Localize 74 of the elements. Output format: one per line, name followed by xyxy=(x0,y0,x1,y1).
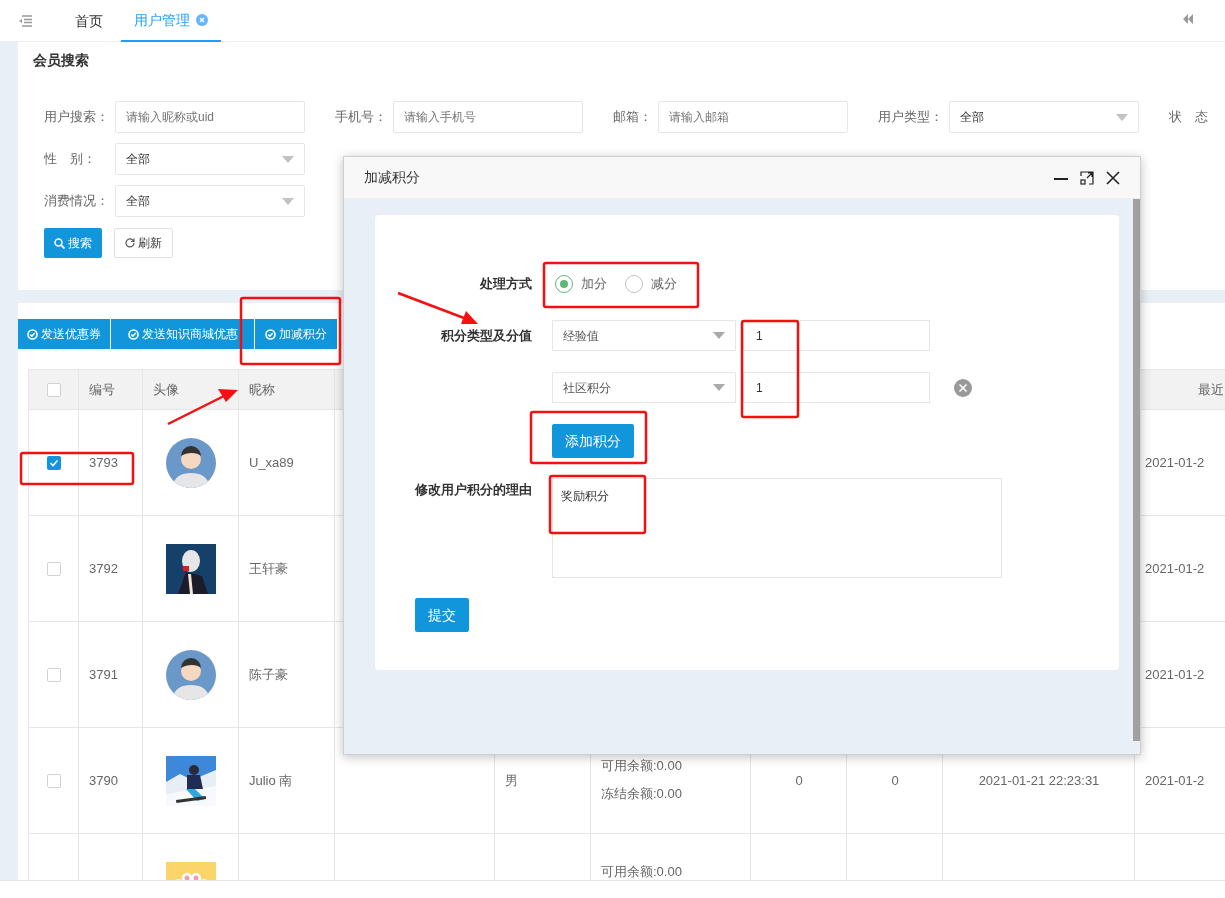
panel-title: 会员搜索 xyxy=(32,51,90,70)
radio-option[interactable]: 减分 xyxy=(625,274,677,294)
check-circle-icon xyxy=(127,328,139,340)
scrollbar[interactable] xyxy=(1133,199,1140,741)
table-cell-text: 男 xyxy=(505,771,518,790)
table-cell-text: 陈子豪 xyxy=(249,665,288,684)
field-label: 用户类型： xyxy=(878,108,944,127)
checkbox[interactable] xyxy=(47,773,61,788)
table-cell-text: 0 xyxy=(795,771,803,790)
table-cell: 可用余额:0.00 xyxy=(601,757,682,775)
table-cell: 可用余额:0.00 xyxy=(601,863,682,880)
table-cell-text: 0 xyxy=(891,771,899,790)
checkbox[interactable] xyxy=(47,382,61,397)
check-icon xyxy=(49,457,59,468)
column-header: 头像 xyxy=(153,380,179,399)
checkbox[interactable] xyxy=(47,561,61,576)
table-cell: 冻结余额:0.00 xyxy=(601,785,682,803)
close-icon[interactable] xyxy=(1106,170,1120,185)
field-label: 邮箱： xyxy=(613,108,653,127)
dropdown-caret-icon xyxy=(713,332,725,339)
refresh-icon xyxy=(125,238,135,248)
dialog-title: 加减积分 xyxy=(364,168,420,187)
points-field[interactable]: 1 xyxy=(743,320,930,351)
reason-field[interactable]: 奖励积分 xyxy=(552,478,1002,578)
table-cell-text: 2021-01-2 xyxy=(1145,453,1205,472)
table-cell-text: 2021-01-2 xyxy=(1145,771,1205,790)
checkbox[interactable] xyxy=(47,667,61,682)
text-field[interactable]: 请输入邮箱 xyxy=(658,101,848,133)
check-circle-icon xyxy=(265,328,276,340)
points-field[interactable]: 1 xyxy=(743,372,930,403)
table-cell-text: Julio 南 xyxy=(249,771,293,790)
table-cell-text: 2021-01-21 22:23:31 xyxy=(978,771,1100,790)
field-label: 用户搜索： xyxy=(44,108,110,127)
tab[interactable]: 首页 xyxy=(57,0,121,42)
refresh-button[interactable]: 刷新 xyxy=(114,228,173,258)
field-label: 手机号： xyxy=(335,108,388,127)
field-label: 修改用户积分的理由 xyxy=(413,481,533,499)
collapse-icon[interactable] xyxy=(1182,13,1194,25)
column-header: 最近 xyxy=(1198,380,1224,399)
check-circle-icon xyxy=(27,328,38,340)
field-label: 积分类型及分值 xyxy=(440,327,533,345)
select-field[interactable]: 全部 xyxy=(949,101,1139,133)
field-label: 性 别： xyxy=(44,150,97,169)
select-field[interactable]: 全部 xyxy=(115,143,305,175)
table-cell-text: U_xa89 xyxy=(249,453,294,472)
dropdown-caret-icon xyxy=(713,384,725,391)
field-label: 处理方式 xyxy=(479,275,533,294)
dropdown-caret-icon xyxy=(282,197,294,205)
checkbox[interactable] xyxy=(47,455,61,470)
select-field[interactable]: 经验值 xyxy=(552,320,736,351)
table-cell-text: 3792 xyxy=(89,559,118,578)
dropdown-caret-icon xyxy=(282,155,294,163)
remove-icon[interactable] xyxy=(954,378,972,397)
table-cell-text: 2021-01-2 xyxy=(1145,559,1205,578)
table-cell-text: 2021-01-2 xyxy=(1145,665,1205,684)
select-field[interactable]: 社区积分 xyxy=(552,372,736,403)
table-cell-text: 王轩豪 xyxy=(249,559,288,578)
dropdown-caret-icon xyxy=(1116,113,1128,121)
maximize-icon[interactable] xyxy=(1080,170,1094,185)
table-cell-text: 3790 xyxy=(89,771,118,790)
avatar-icon xyxy=(166,649,216,700)
select-field[interactable]: 全部 xyxy=(115,185,305,217)
radio-option[interactable]: 加分 xyxy=(555,274,607,294)
column-header: 昵称 xyxy=(249,380,275,399)
field-label: 消费情况： xyxy=(44,192,110,211)
table-cell-text: 3793 xyxy=(89,453,118,472)
search-icon xyxy=(54,237,65,249)
avatar-icon xyxy=(166,437,216,488)
text-field[interactable]: 请输入昵称或uid xyxy=(115,101,305,133)
menu-fold-icon[interactable] xyxy=(18,14,32,27)
column-header: 编号 xyxy=(89,380,115,399)
field-label: 状 态 xyxy=(1169,108,1209,127)
table-cell-text: 3791 xyxy=(89,665,118,684)
text-field[interactable]: 请输入手机号 xyxy=(393,101,583,133)
